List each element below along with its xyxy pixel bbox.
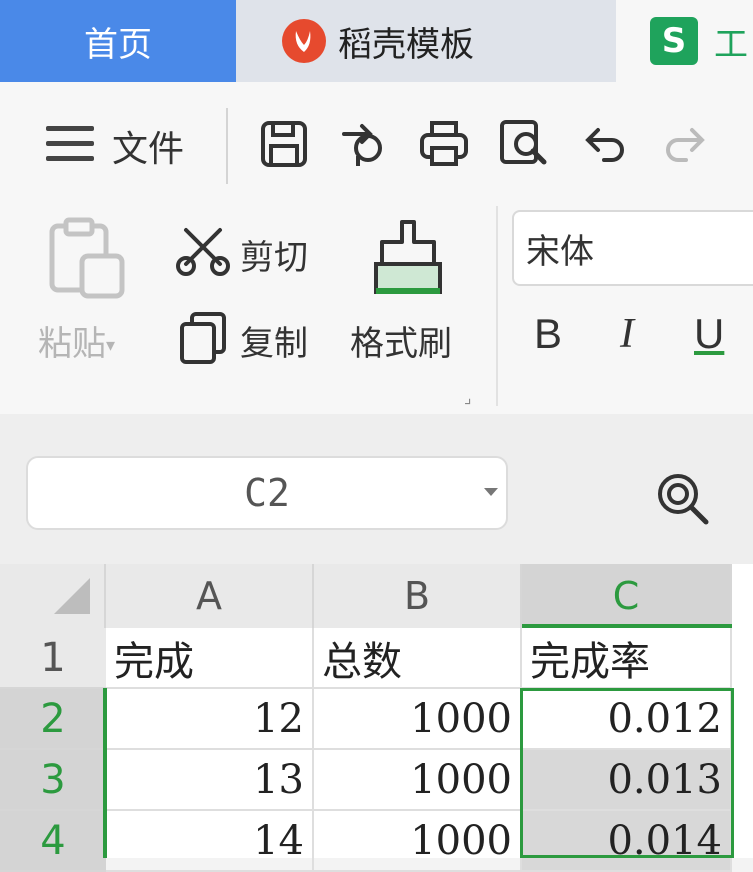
select-all-triangle-icon (54, 578, 90, 614)
font-family-value: 宋体 (526, 231, 594, 272)
name-box-dropdown-icon[interactable] (484, 488, 498, 496)
cell-b4[interactable]: 1000 (314, 811, 522, 872)
share-icon[interactable] (338, 118, 390, 170)
row-header-4[interactable]: 4 (0, 811, 106, 872)
copy-button[interactable]: 复制 (240, 316, 308, 365)
scissors-icon[interactable] (176, 226, 230, 280)
font-family-select[interactable]: 宋体 (512, 210, 753, 286)
row-selection-indicator (103, 688, 107, 858)
tab-home[interactable]: 首页 (0, 0, 236, 82)
dialog-launcher-icon[interactable]: ⌟ (464, 388, 472, 407)
tab-spreadsheet[interactable]: S 工 (616, 0, 753, 82)
tab-daoke-templates[interactable]: 稻壳模板 (236, 0, 616, 82)
cell-a4[interactable]: 14 (106, 811, 314, 872)
bold-button[interactable]: B (534, 310, 562, 358)
column-header-c[interactable]: C (522, 564, 732, 628)
column-header-a[interactable]: A (106, 564, 314, 628)
cell-a3[interactable]: 13 (106, 750, 314, 811)
cell-b2[interactable]: 1000 (314, 689, 522, 750)
cell-a2[interactable]: 12 (106, 689, 314, 750)
paste-icon[interactable] (48, 216, 126, 300)
underline-button[interactable]: U (694, 310, 724, 358)
cell-a1[interactable]: 完成 (106, 628, 314, 689)
toolbar-divider (226, 108, 228, 184)
undo-icon[interactable] (580, 118, 632, 170)
tab-home-label: 首页 (84, 24, 152, 65)
tab-spreadsheet-label: 工 (714, 24, 748, 65)
cell-b1[interactable]: 总数 (314, 628, 522, 689)
format-painter-button[interactable]: 格式刷 (350, 316, 452, 365)
column-header-b[interactable]: B (314, 564, 522, 628)
format-painter-icon[interactable] (372, 218, 444, 300)
selection-range-border (520, 688, 734, 858)
cell-b3[interactable]: 1000 (314, 750, 522, 811)
tab-daoke-label: 稻壳模板 (338, 24, 474, 65)
chevron-down-icon[interactable]: ▾ (106, 335, 115, 356)
spreadsheet-logo-icon: S (650, 17, 698, 65)
group-divider (496, 206, 498, 406)
row-header-3[interactable]: 3 (0, 750, 106, 811)
copy-icon[interactable] (178, 310, 228, 368)
select-all-corner[interactable] (0, 564, 106, 628)
row-header-1[interactable]: 1 (0, 628, 106, 689)
row-header-2[interactable]: 2 (0, 689, 106, 750)
cell-c1[interactable]: 完成率 (522, 628, 732, 689)
name-box-value: C2 (244, 471, 290, 515)
paste-label: 粘贴 (38, 324, 106, 364)
paste-button[interactable]: 粘贴▾ (38, 316, 115, 365)
italic-button[interactable]: I (620, 310, 634, 358)
print-preview-icon[interactable] (498, 118, 550, 170)
cut-button[interactable]: 剪切 (240, 230, 308, 279)
print-icon[interactable] (418, 118, 470, 170)
daoke-logo-icon (282, 19, 326, 63)
save-icon[interactable] (258, 118, 310, 170)
redo-icon[interactable] (658, 118, 710, 170)
file-menu-button[interactable]: 文件 (112, 120, 184, 172)
hamburger-menu-icon[interactable] (46, 126, 96, 164)
name-box[interactable]: C2 (26, 456, 508, 530)
zoom-search-icon[interactable] (654, 470, 712, 532)
